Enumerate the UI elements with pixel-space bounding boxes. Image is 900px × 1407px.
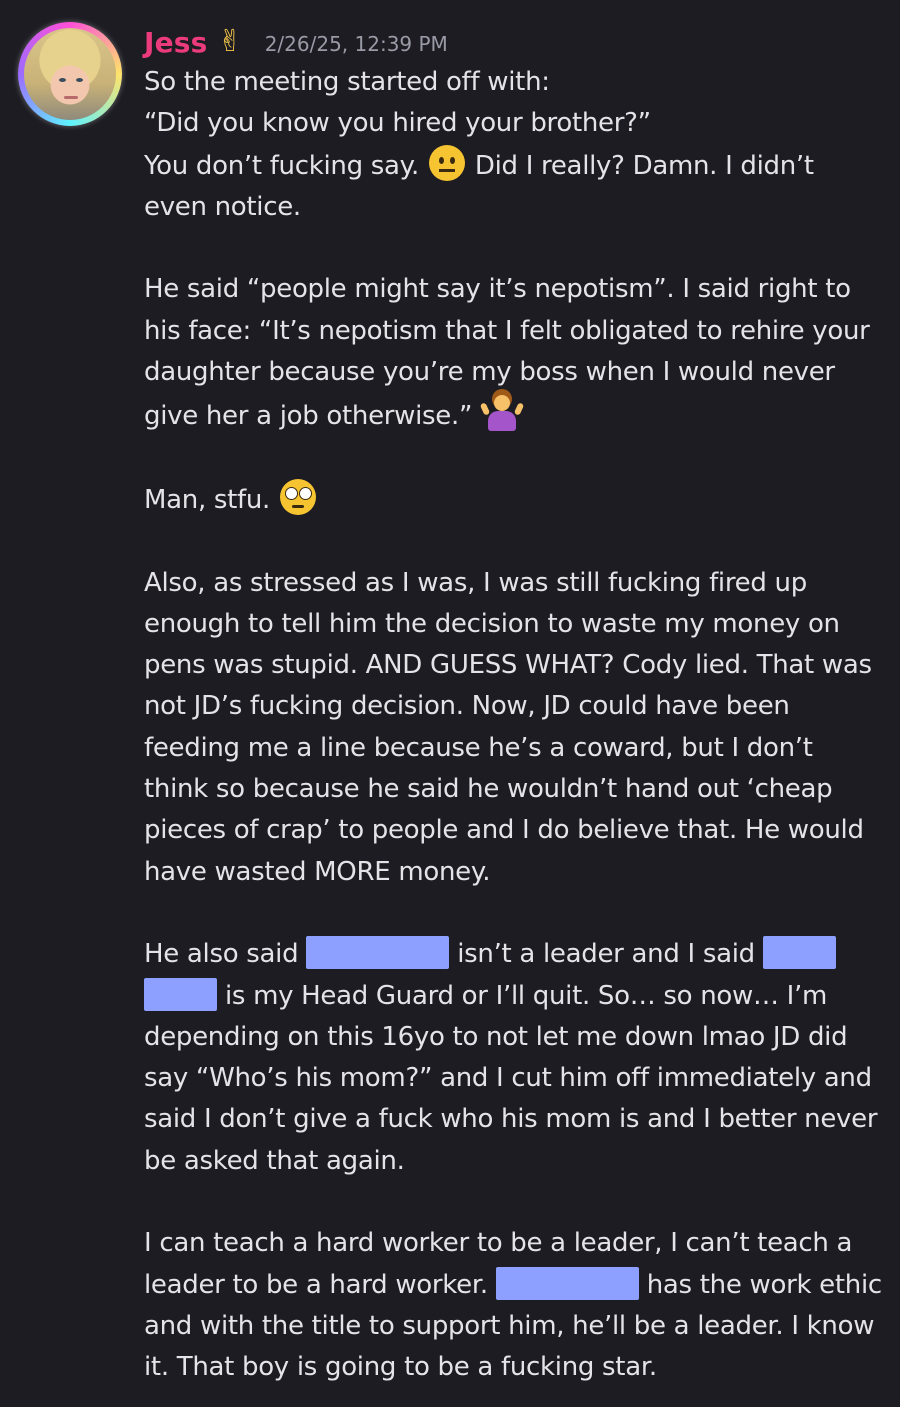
message-line: “Did you know you hired your brother?”	[144, 108, 651, 139]
redacted-name-block	[306, 936, 450, 970]
redacted-name-block	[495, 1266, 639, 1300]
message-text: Man, stfu.	[144, 484, 278, 515]
redacted-name-block	[762, 936, 836, 970]
avatar-decoration-ring[interactable]	[18, 22, 122, 126]
message-text: He also said	[144, 939, 307, 970]
neutral-face-icon	[428, 144, 465, 181]
paragraph-2: He said “people might say it’s nepotism”…	[144, 269, 884, 437]
rolling-eyes-icon	[279, 478, 316, 515]
chat-message: Jess ✌ 2/26/25, 12:39 PM So the meeting …	[0, 0, 900, 1407]
person-shrugging-icon	[479, 393, 525, 432]
message-content: So the meeting started off with: “Did yo…	[144, 62, 884, 1389]
paragraph-5: He also said isn’t a leader and I said i…	[144, 934, 884, 1182]
message-line: You don’t fucking say.	[144, 150, 427, 181]
victory-hand-icon[interactable]: ✌	[218, 27, 243, 57]
paragraph-6: I can teach a hard worker to be a leader…	[144, 1223, 884, 1388]
message-line: So the meeting started off with:	[144, 67, 550, 97]
message-text: Also, as stressed as I was, I was still …	[144, 567, 872, 887]
message-text: isn’t a leader and I said	[449, 939, 763, 970]
paragraph-4: Also, as stressed as I was, I was still …	[144, 563, 884, 893]
author-username[interactable]: Jess	[144, 26, 208, 59]
message-text: is my Head Guard or I’ll quit. So… so no…	[144, 980, 878, 1176]
avatar[interactable]	[24, 28, 116, 120]
paragraph-1: So the meeting started off with: “Did yo…	[144, 62, 884, 228]
paragraph-3: Man, stfu.	[144, 478, 884, 521]
message-timestamp[interactable]: 2/26/25, 12:39 PM	[265, 32, 448, 56]
redacted-name-block	[144, 977, 217, 1011]
message-header: Jess ✌ 2/26/25, 12:39 PM	[144, 22, 448, 62]
